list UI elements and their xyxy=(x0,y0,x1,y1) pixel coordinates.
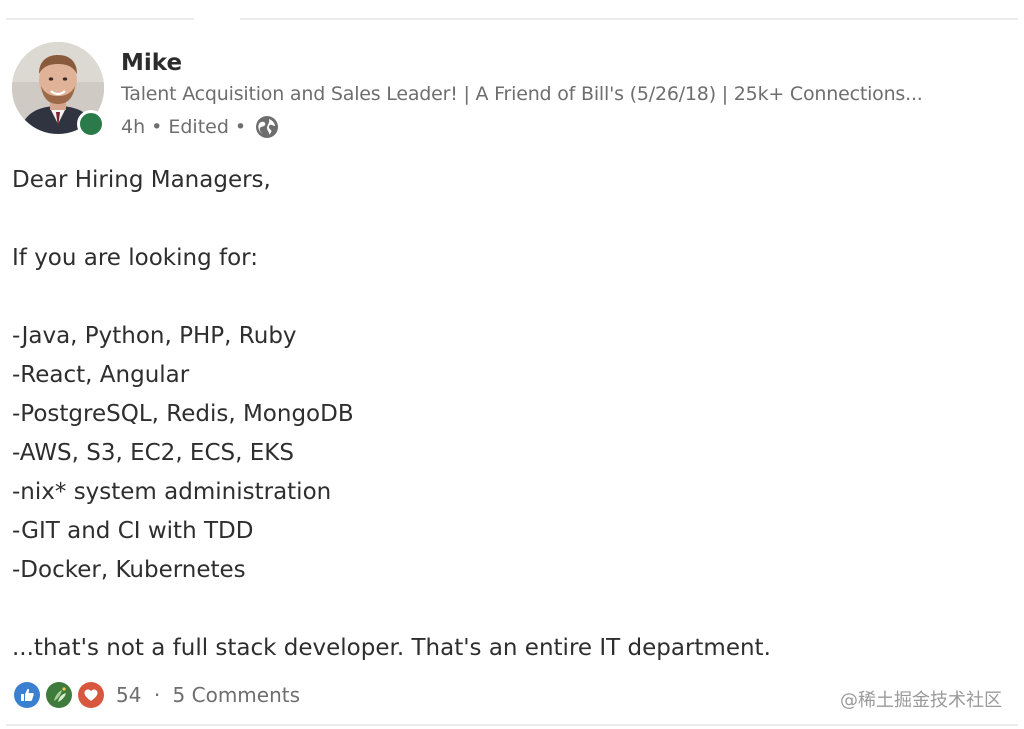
post-intro: If you are looking for: xyxy=(12,245,258,271)
skill-list-item: -React, Angular xyxy=(12,362,190,388)
edited-label: Edited xyxy=(168,116,229,138)
skill-list-item: -AWS, S3, EC2, ECS, EKS xyxy=(12,440,294,466)
author-name[interactable]: Mike xyxy=(121,50,182,76)
reaction-count[interactable]: 54 xyxy=(116,683,141,707)
post-greeting: Dear Hiring Managers, xyxy=(12,167,271,193)
meta-separator: • xyxy=(151,116,163,138)
meta-separator: • xyxy=(234,116,247,138)
globe-icon[interactable] xyxy=(254,114,280,140)
bottom-divider xyxy=(6,724,1018,726)
watermark: @稀土掘金技术社区 xyxy=(840,690,1002,711)
post-time: 4h xyxy=(121,116,146,138)
post-conclusion: ...that's not a full stack developer. Th… xyxy=(12,635,771,661)
like-icon[interactable] xyxy=(12,680,42,710)
top-divider xyxy=(6,18,1018,20)
social-counts: 54 · 5 Comments xyxy=(12,680,300,710)
skill-list-item: -nix* system administration xyxy=(12,479,332,505)
author-headline: Talent Acquisition and Sales Leader! | A… xyxy=(121,83,923,105)
post-meta: 4h • Edited • xyxy=(121,114,280,140)
skill-list-item: -PostgreSQL, Redis, MongoDB xyxy=(12,401,354,427)
skill-list-item: -GIT and CI with TDD xyxy=(12,518,254,544)
post-card: Mike Talent Acquisition and Sales Leader… xyxy=(0,0,1024,729)
comments-count-link[interactable]: 5 Comments xyxy=(173,683,301,707)
skill-list-item: -Java, Python, PHP, Ruby xyxy=(12,323,297,349)
social-separator: · xyxy=(153,683,161,707)
skill-list-item: -Docker, Kubernetes xyxy=(12,557,246,583)
celebrate-icon[interactable] xyxy=(44,680,74,710)
online-status-indicator xyxy=(77,110,105,138)
post-text: Dear Hiring Managers, If you are looking… xyxy=(12,161,1002,668)
love-icon[interactable] xyxy=(76,680,106,710)
